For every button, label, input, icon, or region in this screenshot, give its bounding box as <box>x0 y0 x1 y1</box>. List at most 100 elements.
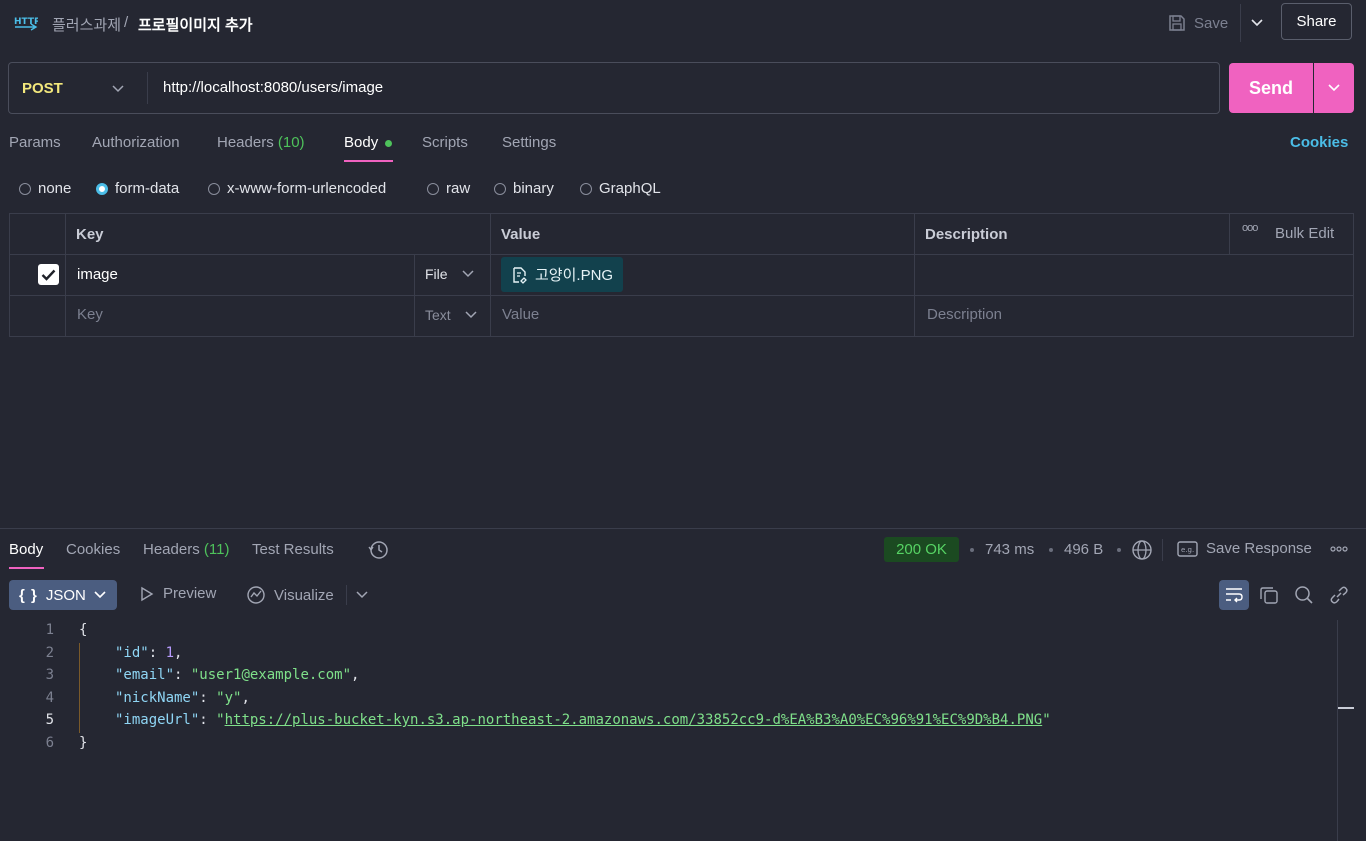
radio-circle[interactable] <box>19 182 31 195</box>
column-divider <box>490 213 491 337</box>
save-response-button[interactable]: e.g. Save Response <box>1177 540 1312 557</box>
format-select[interactable]: { } JSON <box>9 580 117 610</box>
json-quote: " <box>216 712 225 728</box>
radio-label: form-data <box>115 180 180 197</box>
visualize-icon <box>246 585 266 605</box>
tab-params[interactable]: Params <box>9 134 61 151</box>
file-chip[interactable]: 고양이.PNG <box>501 257 624 292</box>
value-placeholder-input[interactable]: Value <box>502 306 539 323</box>
scrollbar[interactable] <box>1337 620 1338 841</box>
column-divider <box>914 213 915 337</box>
key-placeholder-input[interactable]: Key <box>77 306 103 323</box>
radio-circle[interactable] <box>427 182 439 195</box>
chevron-down-icon[interactable] <box>356 591 368 599</box>
radio-urlencoded[interactable]: x-www-form-urlencoded <box>208 180 386 197</box>
response-tab-body[interactable]: Body <box>9 541 43 558</box>
status-badge[interactable]: 200 OK <box>884 537 959 562</box>
radio-form-data[interactable]: form-data <box>96 180 179 197</box>
json-key: "imageUrl" <box>115 712 200 728</box>
url-input[interactable]: http://localhost:8080/users/image <box>163 79 383 96</box>
save-options-button[interactable] <box>1246 11 1268 35</box>
svg-text:e.g.: e.g. <box>1181 546 1194 554</box>
key-input[interactable]: image <box>77 266 118 283</box>
response-tab-cookies[interactable]: Cookies <box>66 541 120 558</box>
save-response-label: Save Response <box>1206 540 1312 557</box>
code-line-4: "nickName": "y", <box>115 690 250 706</box>
wrap-lines-button[interactable] <box>1219 580 1249 610</box>
preview-button[interactable]: Preview <box>139 585 216 602</box>
visualize-button[interactable]: Visualize <box>246 585 334 605</box>
json-number: 1 <box>165 645 175 661</box>
radio-graphql[interactable]: GraphQL <box>580 180 661 197</box>
radio-circle[interactable] <box>208 182 220 195</box>
link-icon[interactable] <box>1329 585 1349 605</box>
code-line-2: "id": 1, <box>115 645 183 661</box>
tab-scripts[interactable]: Scripts <box>422 134 468 151</box>
history-icon[interactable] <box>368 539 390 561</box>
type-select[interactable]: File <box>425 266 474 282</box>
share-button[interactable]: Share <box>1281 3 1352 40</box>
line-number: 6 <box>45 735 54 751</box>
more-options-icon[interactable] <box>1330 546 1348 552</box>
code-line-1: { <box>79 622 88 638</box>
send-options-button[interactable] <box>1314 63 1354 113</box>
tab-body[interactable]: Body <box>344 134 378 151</box>
save-button[interactable]: Save <box>1168 9 1228 37</box>
chevron-down-icon <box>465 311 477 319</box>
radio-binary[interactable]: binary <box>494 180 554 197</box>
more-options-icon[interactable]: ooo <box>1242 222 1258 234</box>
row-enabled-checkbox[interactable] <box>38 264 59 285</box>
tab-headers[interactable]: Headers (10) <box>217 134 305 151</box>
response-headers-label: Headers <box>143 541 200 558</box>
radio-circle[interactable] <box>494 182 506 195</box>
divider <box>1240 4 1241 42</box>
response-tab-test-results[interactable]: Test Results <box>252 541 334 558</box>
response-time[interactable]: 743 ms <box>985 541 1034 558</box>
format-label: JSON <box>45 586 86 604</box>
divider <box>147 72 148 104</box>
radio-label: x-www-form-urlencoded <box>227 180 387 197</box>
response-body-editor[interactable] <box>0 620 1337 841</box>
globe-icon[interactable] <box>1131 539 1153 561</box>
code-line-3: "email": "user1@example.com", <box>115 667 360 683</box>
json-key: "email" <box>115 667 175 683</box>
save-icon <box>1168 14 1186 32</box>
divider <box>1162 539 1163 561</box>
radio-label: GraphQL <box>599 180 661 197</box>
radio-raw[interactable]: raw <box>427 180 470 197</box>
save-label: Save <box>1194 14 1229 32</box>
json-key: "id" <box>115 645 149 661</box>
example-icon: e.g. <box>1177 540 1198 557</box>
bulk-edit-button[interactable]: Bulk Edit <box>1275 225 1334 242</box>
preview-label: Preview <box>163 585 217 602</box>
description-placeholder-input[interactable]: Description <box>927 306 1002 323</box>
image-url-link[interactable]: https://plus-bucket-kyn.s3.ap-northeast-… <box>225 712 1043 728</box>
radio-none[interactable]: none <box>19 180 71 197</box>
row-divider <box>9 295 1354 296</box>
cookies-link[interactable]: Cookies <box>1290 134 1348 151</box>
tab-authorization[interactable]: Authorization <box>92 134 180 151</box>
file-icon <box>511 266 529 284</box>
request-title[interactable]: 프로필이미지 추가 <box>138 14 253 35</box>
chevron-down-icon <box>1328 84 1340 92</box>
search-icon[interactable] <box>1294 585 1314 605</box>
chevron-down-icon[interactable] <box>112 80 124 96</box>
chevron-down-icon <box>462 270 474 278</box>
radio-circle[interactable] <box>580 182 592 195</box>
method-select[interactable]: POST <box>22 80 63 97</box>
response-headers-count: (11) <box>203 541 230 558</box>
send-button[interactable]: Send <box>1229 63 1313 113</box>
response-tab-headers[interactable]: Headers (11) <box>143 541 229 558</box>
response-size[interactable]: 496 B <box>1064 541 1103 558</box>
panel-divider[interactable] <box>0 528 1366 529</box>
tab-settings[interactable]: Settings <box>502 134 556 151</box>
line-number: 2 <box>45 645 54 661</box>
type-select[interactable]: Text <box>425 307 477 323</box>
separator-dot <box>1117 548 1121 552</box>
copy-icon[interactable] <box>1259 585 1279 605</box>
column-divider <box>414 254 415 337</box>
breadcrumb-collection[interactable]: 플러스과제 <box>52 14 121 35</box>
chevron-down-icon <box>94 591 106 599</box>
radio-circle-selected[interactable] <box>96 182 108 195</box>
radio-label: binary <box>513 180 554 197</box>
